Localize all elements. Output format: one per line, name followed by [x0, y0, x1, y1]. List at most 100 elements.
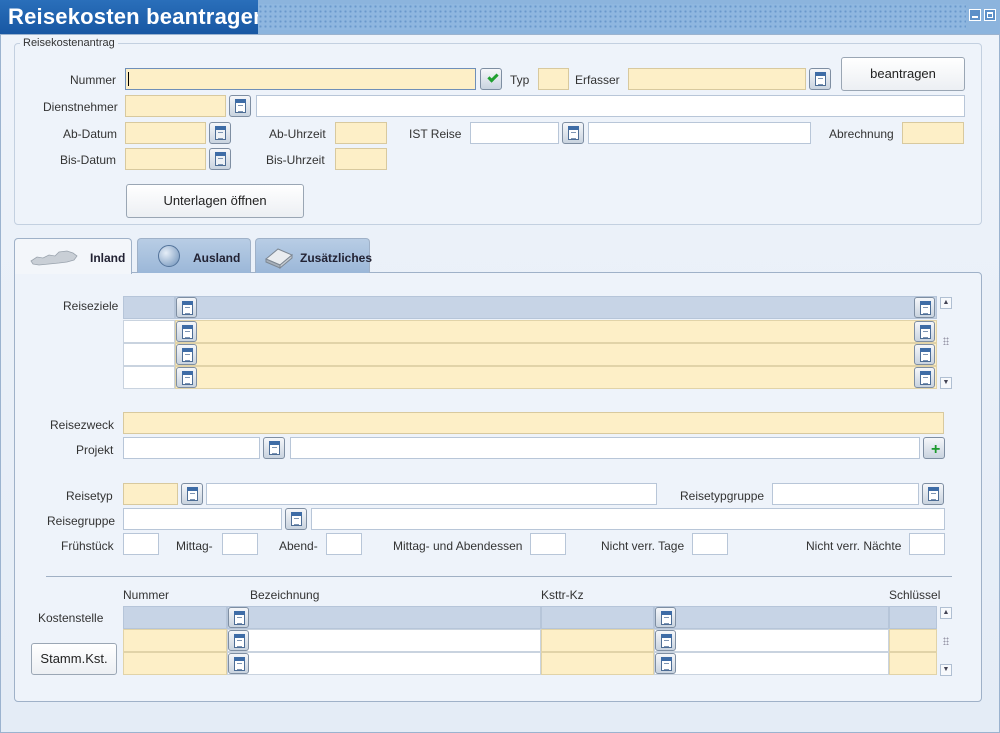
- col-header-ksttr-kz: Ksttr-Kz: [541, 588, 584, 602]
- abrechnung-field[interactable]: [902, 122, 964, 144]
- erfasser-lov-button[interactable]: [809, 68, 831, 90]
- reisegruppe-text-field[interactable]: [311, 508, 945, 530]
- reisetypgruppe-lov-button[interactable]: [922, 483, 944, 505]
- kosten-schluessel-cell[interactable]: [889, 629, 937, 652]
- reiseziele-row-nr[interactable]: [123, 343, 175, 366]
- reiseziele-lov-button[interactable]: [176, 344, 197, 365]
- fruehstueck-field[interactable]: [123, 533, 159, 555]
- calendar-icon: [215, 152, 226, 166]
- ksttr-lov-button[interactable]: [655, 630, 676, 651]
- scroll-up-icon[interactable]: ▲: [940, 607, 952, 619]
- ab-datum-field[interactable]: [125, 122, 206, 144]
- ist-reise-label: IST Reise: [409, 127, 462, 141]
- kostenstelle-lov-button[interactable]: [228, 607, 249, 628]
- maximize-icon[interactable]: [984, 9, 996, 21]
- book-icon: [265, 248, 293, 269]
- reiseziele-lov-button[interactable]: [914, 367, 935, 388]
- kosten-scrollbar[interactable]: ▲ ▼: [940, 607, 952, 677]
- ist-reise-nr-field[interactable]: [470, 122, 559, 144]
- projekt-add-button[interactable]: +: [923, 437, 945, 459]
- bis-datum-calendar-button[interactable]: [209, 148, 231, 170]
- reiseziele-row-nr[interactable]: [123, 366, 175, 389]
- ab-datum-calendar-button[interactable]: [209, 122, 231, 144]
- reiseziele-row-nr[interactable]: [123, 320, 175, 343]
- scroll-down-icon[interactable]: ▼: [940, 664, 952, 676]
- ab-uhrzeit-field[interactable]: [335, 122, 387, 144]
- ksttr-lov-button[interactable]: [655, 653, 676, 674]
- kostenstelle-lov-button[interactable]: [228, 630, 249, 651]
- mittag-field[interactable]: [222, 533, 258, 555]
- tab-inland[interactable]: Inland: [14, 238, 132, 274]
- kosten-bezeichnung-cell[interactable]: [227, 629, 541, 652]
- minimize-icon[interactable]: [969, 9, 981, 21]
- reisezweck-field[interactable]: [123, 412, 944, 434]
- reiseziele-lov-button[interactable]: [176, 367, 197, 388]
- dienstnehmer-name-field[interactable]: [256, 95, 965, 117]
- scroll-up-icon[interactable]: ▲: [940, 297, 952, 309]
- kosten-ksttr-text-cell[interactable]: [654, 629, 889, 652]
- nummer-confirm-button[interactable]: [480, 68, 502, 90]
- erfasser-field[interactable]: [628, 68, 806, 90]
- nicht-verr-naechte-label: Nicht verr. Nächte: [806, 539, 902, 553]
- unterlagen-oeffnen-button[interactable]: Unterlagen öffnen: [126, 184, 304, 218]
- kostenstelle-lov-button[interactable]: [228, 653, 249, 674]
- kosten-nummer-cell[interactable]: [123, 652, 227, 675]
- tab-zusaetzliches[interactable]: Zusätzliches: [255, 238, 373, 273]
- nicht-verr-tage-field[interactable]: [692, 533, 728, 555]
- ist-reise-lov-button[interactable]: [562, 122, 584, 144]
- reisegruppe-lov-button[interactable]: [285, 508, 307, 530]
- bis-datum-field[interactable]: [125, 148, 206, 170]
- nicht-verr-naechte-field[interactable]: [909, 533, 945, 555]
- reiseziele-row-value[interactable]: [175, 343, 937, 366]
- tab-inland-label: Inland: [90, 251, 126, 265]
- projekt-text-field[interactable]: [290, 437, 920, 459]
- list-icon: [568, 126, 579, 140]
- projekt-lov-button[interactable]: [263, 437, 285, 459]
- reisetypgruppe-field[interactable]: [772, 483, 919, 505]
- stamm-kst-button[interactable]: Stamm.Kst.: [31, 643, 117, 675]
- kosten-header-cell: [889, 606, 937, 629]
- tab-zusaetzliches-label: Zusätzliches: [300, 251, 373, 265]
- reiseziele-scrollbar[interactable]: ▲ ▼: [940, 297, 952, 389]
- reisetyp-lov-button[interactable]: [181, 483, 203, 505]
- reiseziele-lov-button[interactable]: [914, 297, 935, 318]
- reiseziele-row-value[interactable]: [175, 320, 937, 343]
- nummer-field[interactable]: [125, 68, 476, 90]
- kosten-schluessel-cell[interactable]: [889, 652, 937, 675]
- scroll-grip[interactable]: [943, 637, 949, 645]
- kosten-bezeichnung-cell[interactable]: [227, 652, 541, 675]
- reisetyp-text-field[interactable]: [206, 483, 657, 505]
- ist-reise-text-field[interactable]: [588, 122, 811, 144]
- reisezweck-label: Reisezweck: [50, 418, 115, 432]
- mittag-abend-field[interactable]: [530, 533, 566, 555]
- scroll-grip[interactable]: [943, 337, 949, 345]
- beantragen-button[interactable]: beantragen: [841, 57, 965, 91]
- projekt-nr-field[interactable]: [123, 437, 260, 459]
- projekt-label: Projekt: [76, 443, 114, 457]
- austria-map-icon: [30, 250, 78, 266]
- list-icon: [920, 371, 931, 385]
- kosten-ksttr-cell[interactable]: [541, 629, 654, 652]
- reiseziele-row-value[interactable]: [175, 366, 937, 389]
- reisetyp-nr-field[interactable]: [123, 483, 178, 505]
- tab-ausland[interactable]: Ausland: [137, 238, 251, 273]
- abend-label: Abend-: [279, 539, 318, 553]
- scroll-down-icon[interactable]: ▼: [940, 377, 952, 389]
- typ-field[interactable]: [538, 68, 569, 90]
- reiseziele-lov-button[interactable]: [176, 321, 197, 342]
- dienstnehmer-nr-field[interactable]: [125, 95, 226, 117]
- bis-datum-label: Bis-Datum: [60, 153, 117, 167]
- reiseziele-lov-button[interactable]: [176, 297, 197, 318]
- kosten-nummer-cell[interactable]: [123, 629, 227, 652]
- kosten-ksttr-text-cell[interactable]: [654, 652, 889, 675]
- reisegruppe-nr-field[interactable]: [123, 508, 282, 530]
- kosten-header-cell: [654, 606, 889, 629]
- reiseziele-lov-button[interactable]: [914, 344, 935, 365]
- kosten-ksttr-cell[interactable]: [541, 652, 654, 675]
- bis-uhrzeit-field[interactable]: [335, 148, 387, 170]
- kosten-header-cell: [123, 606, 227, 629]
- ksttr-lov-button[interactable]: [655, 607, 676, 628]
- reiseziele-lov-button[interactable]: [914, 321, 935, 342]
- abend-field[interactable]: [326, 533, 362, 555]
- dienstnehmer-lov-button[interactable]: [229, 95, 251, 117]
